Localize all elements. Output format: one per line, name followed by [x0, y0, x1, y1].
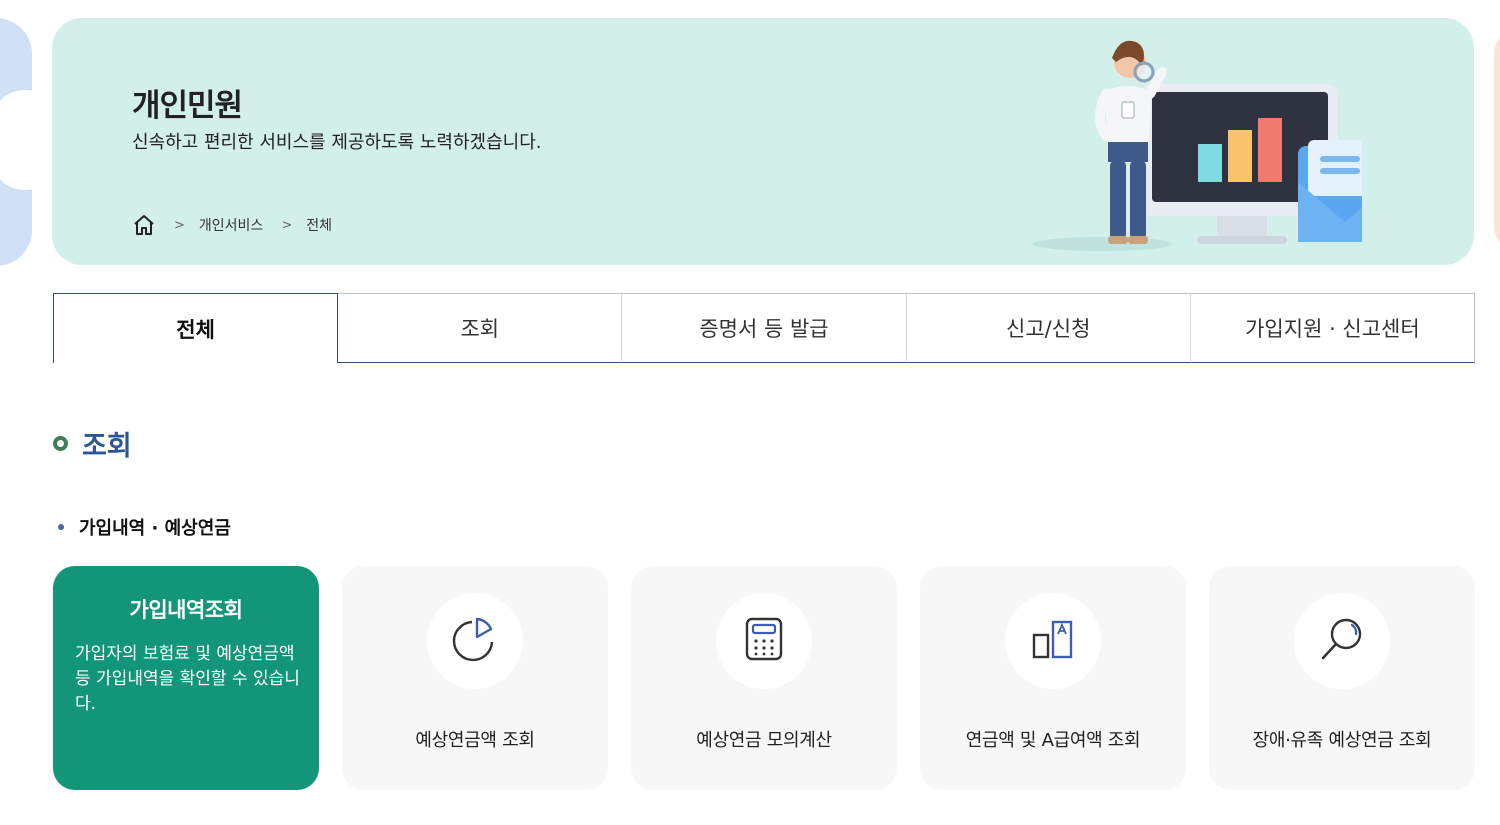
breadcrumb-item-current: 전체	[306, 218, 332, 234]
tab-report-apply[interactable]: 신고/신청	[906, 293, 1191, 363]
hero-banner: 개인민원 신속하고 편리한 서비스를 제공하도록 노력하겠습니다. > 개인서비…	[52, 18, 1474, 265]
section-heading-text: 조회	[82, 431, 132, 462]
subsection-heading-text: 가입내역 · 예상연금	[79, 518, 231, 539]
tab-certificate[interactable]: 증명서 등 발급	[622, 293, 907, 363]
dot-bullet-icon	[58, 524, 64, 530]
card-pension-benefit-amount[interactable]: 연금액 및 A급여액 조회	[920, 566, 1186, 790]
right-decoration	[1494, 30, 1500, 250]
chevron-right-icon: >	[174, 217, 185, 233]
card-disability-survivor-pension[interactable]: 장애·유족 예상연금 조회	[1209, 566, 1475, 790]
section-heading: 조회	[53, 424, 132, 463]
card-description: 가입자의 보험료 및 예상연금액 등 가입내역을 확인할 수 있습니다.	[75, 644, 300, 714]
icon-circle	[716, 593, 812, 689]
card-title: 가입내역조회	[129, 598, 243, 622]
ring-bullet-icon	[53, 436, 68, 451]
card-label: 예상연금 모의계산	[696, 730, 832, 751]
card-enrollment-history[interactable]: 가입내역조회 가입자의 보험료 및 예상연금액 등 가입내역을 확인할 수 있습…	[53, 566, 319, 790]
page-subtitle: 신속하고 편리한 서비스를 제공하도록 노력하겠습니다.	[132, 132, 542, 153]
card-expected-pension[interactable]: 예상연금액 조회	[342, 566, 608, 790]
breadcrumb: > 개인서비스 > 전체	[132, 214, 332, 236]
tab-inquiry[interactable]: 조회	[338, 293, 623, 363]
hero-illustration	[1022, 32, 1392, 257]
category-tabs: 전체 조회 증명서 등 발급 신고/신청 가입지원 · 신고센터	[53, 293, 1476, 363]
card-label: 장애·유족 예상연금 조회	[1252, 730, 1432, 751]
home-icon[interactable]	[132, 214, 156, 236]
icon-circle	[1294, 593, 1390, 689]
breadcrumb-item[interactable]: 개인서비스	[199, 215, 263, 235]
bar-compare-icon	[1031, 619, 1075, 663]
chevron-right-icon: >	[281, 217, 293, 233]
icon-circle	[427, 593, 523, 689]
card-label: 예상연금액 조회	[415, 730, 535, 751]
left-decoration-notch	[0, 90, 60, 190]
pie-chart-icon	[452, 616, 498, 666]
calculator-icon	[744, 617, 784, 665]
card-pension-simulation[interactable]: 예상연금 모의계산	[631, 566, 897, 790]
page-title: 개인민원	[132, 88, 243, 124]
tab-support-center[interactable]: 가입지원 · 신고센터	[1190, 293, 1476, 363]
icon-circle	[1005, 593, 1101, 689]
tab-all[interactable]: 전체	[53, 293, 339, 363]
magnifier-icon	[1319, 616, 1365, 666]
card-label: 연금액 및 A급여액 조회	[965, 730, 1141, 751]
subsection-heading: 가입내역 · 예상연금	[58, 514, 231, 540]
